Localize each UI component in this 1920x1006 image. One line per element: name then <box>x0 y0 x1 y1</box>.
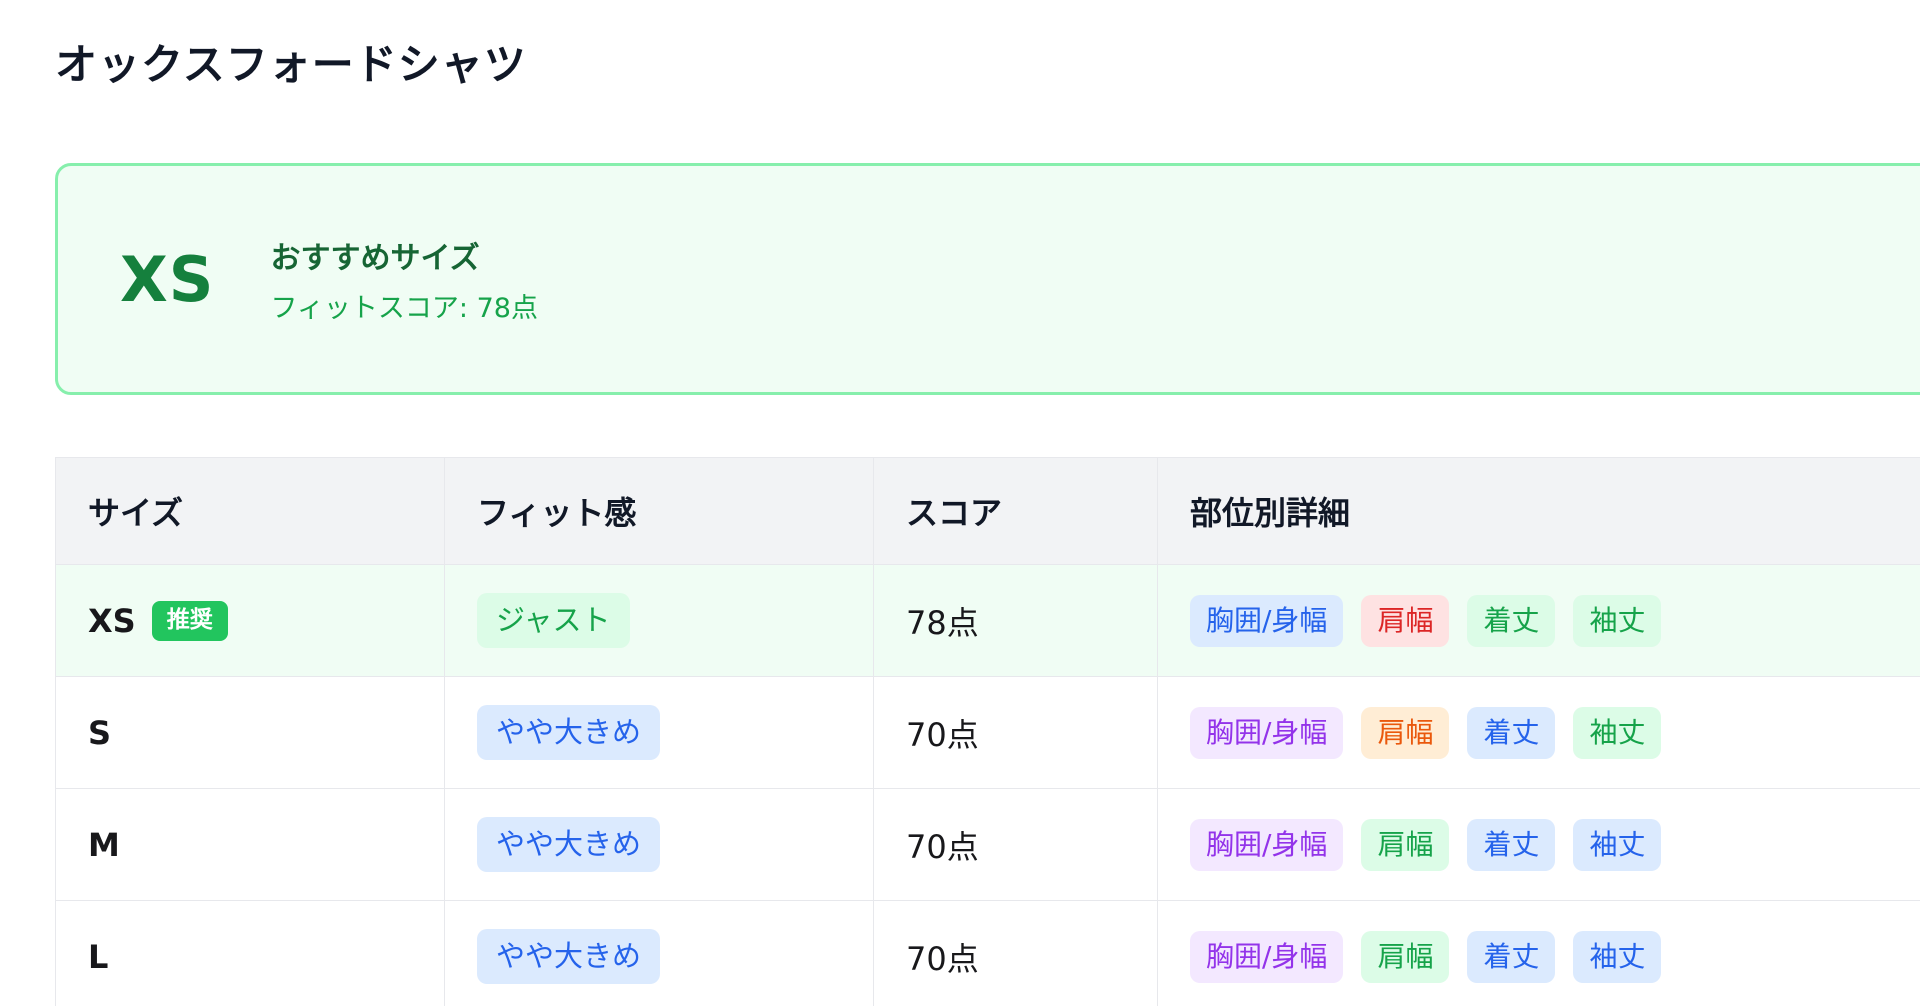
size-cell: S <box>56 677 445 789</box>
detail-badge-chest: 胸囲/身幅 <box>1190 931 1343 983</box>
details-cell: 胸囲/身幅 肩幅 着丈 袖丈 <box>1158 677 1920 789</box>
detail-badge-shoulder: 肩幅 <box>1361 595 1449 647</box>
detail-badge-shoulder: 肩幅 <box>1361 931 1449 983</box>
detail-badge-chest: 胸囲/身幅 <box>1190 707 1343 759</box>
recommended-size-value: XS <box>120 243 214 316</box>
recommended-size-text: おすすめサイズ フィットスコア: 78点 <box>270 233 538 325</box>
fit-cell: やや大きめ <box>445 789 874 901</box>
detail-badge-chest: 胸囲/身幅 <box>1190 595 1343 647</box>
table-header-row: サイズ フィット感 スコア 部位別詳細 <box>56 458 1920 565</box>
details-cell: 胸囲/身幅 肩幅 着丈 袖丈 <box>1158 901 1920 1006</box>
size-fit-table: サイズ フィット感 スコア 部位別詳細 XS 推奨 ジャスト 78点 <box>55 457 1920 1006</box>
table-header: サイズ フィット感 スコア 部位別詳細 <box>56 458 1920 565</box>
recommended-badge: 推奨 <box>152 601 228 641</box>
column-header-details: 部位別詳細 <box>1158 458 1920 565</box>
size-cell: XS 推奨 <box>56 565 445 677</box>
detail-badge-sleeve: 袖丈 <box>1573 931 1661 983</box>
detail-badge-length: 着丈 <box>1467 595 1555 647</box>
size-cell: L <box>56 901 445 1006</box>
size-value: M <box>88 826 120 864</box>
table-row-l: L やや大きめ 70点 胸囲/身幅 肩幅 着丈 袖丈 <box>56 901 1920 1006</box>
recommended-size-label: おすすめサイズ <box>270 233 538 277</box>
column-header-size: サイズ <box>56 458 445 565</box>
page-title: オックスフォードシャツ <box>55 41 1920 89</box>
detail-badge-shoulder: 肩幅 <box>1361 819 1449 871</box>
detail-badge-sleeve: 袖丈 <box>1573 707 1661 759</box>
detail-badge-shoulder: 肩幅 <box>1361 707 1449 759</box>
score-cell: 70点 <box>874 901 1158 1006</box>
fit-cell: ジャスト <box>445 565 874 677</box>
table-row-s: S やや大きめ 70点 胸囲/身幅 肩幅 着丈 袖丈 <box>56 677 1920 789</box>
size-cell: M <box>56 789 445 901</box>
score-cell: 70点 <box>874 789 1158 901</box>
details-cell: 胸囲/身幅 肩幅 着丈 袖丈 <box>1158 789 1920 901</box>
score-value: 70点 <box>906 716 979 754</box>
score-value: 78点 <box>906 604 979 642</box>
size-value: XS <box>88 602 136 640</box>
fit-badge: ジャスト <box>477 593 630 648</box>
column-header-fit: フィット感 <box>445 458 874 565</box>
detail-badge-length: 着丈 <box>1467 931 1555 983</box>
size-value: L <box>88 938 108 976</box>
column-header-score: スコア <box>874 458 1158 565</box>
fit-badge: やや大きめ <box>477 929 660 984</box>
fit-badge: やや大きめ <box>477 705 660 760</box>
score-cell: 70点 <box>874 677 1158 789</box>
size-recommendation-page: オックスフォードシャツ XS おすすめサイズ フィットスコア: 78点 サイズ … <box>55 41 1920 1006</box>
table-row-m: M やや大きめ 70点 胸囲/身幅 肩幅 着丈 袖丈 <box>56 789 1920 901</box>
score-cell: 78点 <box>874 565 1158 677</box>
detail-badge-sleeve: 袖丈 <box>1573 595 1661 647</box>
score-value: 70点 <box>906 940 979 978</box>
table-row-xs: XS 推奨 ジャスト 78点 胸囲/身幅 肩幅 着丈 袖丈 <box>56 565 1920 677</box>
fit-score-text: フィットスコア: 78点 <box>270 286 538 325</box>
size-value: S <box>88 714 111 752</box>
detail-badge-chest: 胸囲/身幅 <box>1190 819 1343 871</box>
fit-cell: やや大きめ <box>445 901 874 1006</box>
detail-badge-length: 着丈 <box>1467 819 1555 871</box>
details-cell: 胸囲/身幅 肩幅 着丈 袖丈 <box>1158 565 1920 677</box>
score-value: 70点 <box>906 828 979 866</box>
detail-badge-length: 着丈 <box>1467 707 1555 759</box>
fit-cell: やや大きめ <box>445 677 874 789</box>
fit-badge: やや大きめ <box>477 817 660 872</box>
recommended-size-card: XS おすすめサイズ フィットスコア: 78点 <box>55 163 1920 395</box>
detail-badge-sleeve: 袖丈 <box>1573 819 1661 871</box>
